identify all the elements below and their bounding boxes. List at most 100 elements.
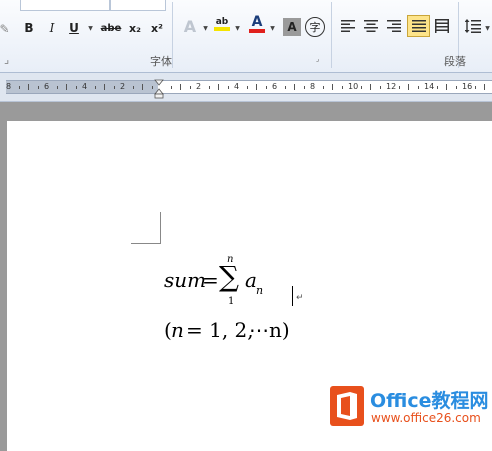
ruler-number: 12 bbox=[386, 82, 397, 91]
ruler-tick bbox=[75, 86, 77, 89]
sigma-lower-limit: 1 bbox=[228, 296, 235, 307]
office26-watermark: Office教程网 www.office26.com bbox=[330, 384, 490, 432]
strikethrough-button[interactable]: abe bbox=[98, 18, 124, 38]
align-right-icon bbox=[387, 20, 401, 32]
font-color-icon: A bbox=[251, 13, 263, 30]
ruler-number: 4 bbox=[234, 82, 240, 91]
line-spacing-button[interactable] bbox=[463, 16, 483, 36]
line-spacing-dropdown-icon[interactable]: ▼ bbox=[483, 18, 491, 38]
ruler-tick bbox=[151, 86, 153, 89]
ruler-number: 4 bbox=[82, 82, 88, 91]
ruler-tick bbox=[189, 86, 191, 89]
align-left-icon bbox=[341, 20, 355, 32]
ruler-number: 6 bbox=[272, 82, 278, 91]
ruler-tick bbox=[208, 86, 210, 89]
font-color-dropdown-icon[interactable]: ▼ bbox=[268, 18, 276, 38]
text-cursor bbox=[292, 286, 293, 306]
sigma-symbol: ∑ bbox=[219, 260, 239, 293]
text-effects-button[interactable]: A bbox=[179, 16, 201, 36]
ruler-tick bbox=[322, 86, 324, 89]
font-color-button[interactable]: A bbox=[246, 14, 268, 34]
ruler-tick bbox=[56, 86, 58, 89]
subscript-button[interactable]: x₂ bbox=[125, 18, 145, 38]
highlight-dropdown-icon[interactable]: ▼ bbox=[233, 18, 241, 38]
distributed-icon bbox=[435, 19, 449, 33]
ruler-tick bbox=[18, 86, 20, 89]
font-name-box[interactable] bbox=[20, 0, 110, 11]
align-right-button[interactable] bbox=[384, 16, 404, 36]
ruler-tick bbox=[303, 86, 305, 89]
ruler-tick bbox=[265, 86, 267, 89]
underline-dropdown-icon[interactable]: ▼ bbox=[85, 18, 95, 38]
ruler-tick bbox=[104, 84, 105, 90]
ruler-tick bbox=[417, 86, 419, 89]
ruler-tick bbox=[474, 86, 476, 89]
ruler-strip: 8 6 4 2 2 4 6 8 10 12 14 16 bbox=[6, 80, 492, 94]
ruler-tick bbox=[246, 86, 248, 89]
font-group-label: 字体 bbox=[150, 55, 172, 68]
term-subscript: n bbox=[256, 284, 264, 297]
distributed-button[interactable] bbox=[432, 16, 452, 36]
ruler-tick bbox=[218, 84, 219, 90]
margin-crop-mark-horizontal bbox=[131, 243, 161, 244]
clipboard-dialog-launcher-icon[interactable]: ⌟ bbox=[4, 53, 9, 66]
ribbon-separator bbox=[172, 2, 173, 68]
ruler-tick bbox=[455, 86, 457, 89]
justify-button[interactable] bbox=[407, 15, 430, 37]
ruler-number: 8 bbox=[6, 82, 12, 91]
ruler-tick bbox=[113, 86, 115, 89]
ribbon: ✎ B I U ▼ abe x₂ x² A ▼ ab ▼ A ▼ A 字 ▼ 字… bbox=[0, 0, 492, 73]
highlight-color-bar bbox=[214, 27, 230, 31]
formula-sum-text: sum bbox=[164, 268, 207, 292]
ruler-tick bbox=[446, 84, 447, 90]
ruler-number: 10 bbox=[348, 82, 359, 91]
justify-icon bbox=[411, 20, 426, 32]
ruler-number: 2 bbox=[120, 82, 126, 91]
enclose-characters-button[interactable]: 字 bbox=[305, 17, 325, 37]
ruler-number: 14 bbox=[424, 82, 435, 91]
bold-button[interactable]: B bbox=[19, 18, 39, 38]
superscript-button[interactable]: x² bbox=[147, 18, 167, 38]
office-logo-icon bbox=[330, 386, 364, 426]
ellipsis-n-close: ⋯n) bbox=[249, 318, 290, 342]
ruler-number: 8 bbox=[310, 82, 316, 91]
text-effects-dropdown-icon[interactable]: ▼ bbox=[201, 18, 209, 38]
ruler-tick bbox=[294, 84, 295, 90]
ruler-tick bbox=[360, 86, 362, 89]
variable-n: n bbox=[171, 318, 184, 342]
ruler-tick bbox=[28, 84, 29, 90]
ruler-tick bbox=[379, 86, 381, 89]
ruler-tick bbox=[37, 86, 39, 89]
font-size-box[interactable] bbox=[110, 0, 166, 11]
ruler-number: 6 bbox=[44, 82, 50, 91]
margin-crop-mark-vertical bbox=[160, 212, 161, 244]
ruler-tick bbox=[94, 86, 96, 89]
italic-button[interactable]: I bbox=[42, 18, 62, 38]
align-left-button[interactable] bbox=[338, 16, 358, 36]
ruler-tick bbox=[132, 86, 134, 89]
ruler-tick bbox=[284, 86, 286, 89]
ruler-tick bbox=[332, 84, 333, 90]
ruler-tick bbox=[436, 86, 438, 89]
ruler-tick bbox=[180, 84, 181, 90]
font-dialog-launcher-icon[interactable]: ⌟ bbox=[316, 55, 319, 63]
ruler-tick bbox=[341, 86, 343, 89]
ruler-tick bbox=[227, 86, 229, 89]
align-center-button[interactable] bbox=[361, 16, 381, 36]
ruler-tick bbox=[484, 84, 485, 90]
highlight-button[interactable]: ab bbox=[211, 14, 233, 34]
line-spacing-icon bbox=[465, 19, 481, 33]
ruler-tick bbox=[170, 86, 172, 89]
highlight-icon: ab bbox=[215, 17, 229, 27]
horizontal-ruler[interactable]: 8 6 4 2 2 4 6 8 10 12 14 16 bbox=[0, 73, 492, 102]
character-shading-button[interactable]: A bbox=[283, 18, 301, 36]
watermark-brand: Office教程网 bbox=[370, 390, 489, 412]
ruler-tick bbox=[142, 84, 143, 90]
paragraph-group-label: 段落 bbox=[444, 55, 466, 68]
underline-button[interactable]: U bbox=[64, 18, 84, 38]
ruler-number: 16 bbox=[462, 82, 473, 91]
indent-marker-icon[interactable] bbox=[154, 76, 164, 100]
ruler-tick bbox=[256, 84, 257, 90]
ruler-number: 2 bbox=[196, 82, 202, 91]
format-painter-icon[interactable]: ✎ bbox=[0, 19, 10, 39]
